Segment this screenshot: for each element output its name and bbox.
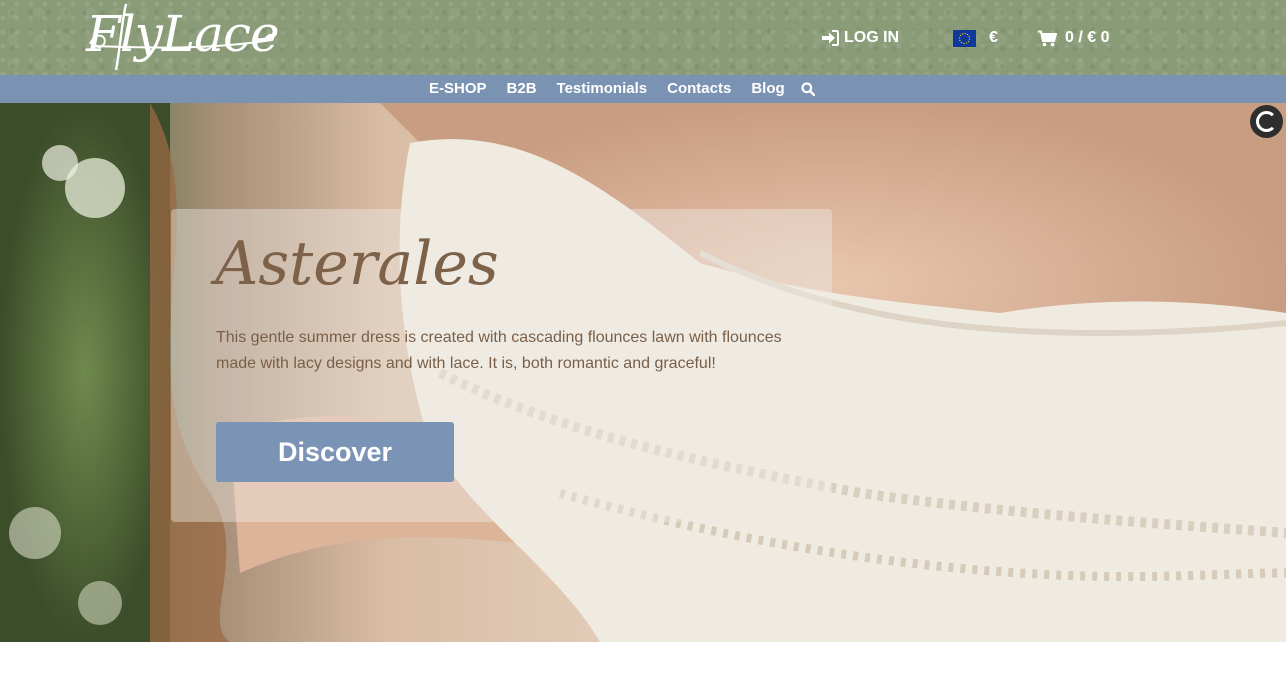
nav-item-blog[interactable]: Blog <box>751 75 784 103</box>
currency-symbol: € <box>989 29 998 46</box>
nav-item-testimonials[interactable]: Testimonials <box>557 75 648 103</box>
main-navigation: E-SHOP B2B Testimonials Contacts Blog <box>0 75 1286 103</box>
nav-item-contacts[interactable]: Contacts <box>667 75 731 103</box>
search-icon <box>801 82 815 96</box>
eu-flag-icon <box>953 29 976 47</box>
search-button[interactable] <box>801 82 815 96</box>
login-label: LOG IN <box>844 29 900 46</box>
top-header: FlyLace LOG IN € 0 / € 0 <box>0 0 1286 75</box>
logo-text: FlyLace <box>86 5 280 63</box>
login-link[interactable]: LOG IN <box>821 28 899 48</box>
nav-item-eshop[interactable]: E-SHOP <box>429 75 487 103</box>
cart-link[interactable]: 0 / € 0 <box>1038 28 1109 48</box>
hero-description: This gentle summer dress is created with… <box>216 329 782 372</box>
page-content-start <box>0 642 1286 678</box>
cart-summary: 0 / € 0 <box>1065 29 1110 46</box>
site-logo[interactable]: FlyLace <box>86 0 280 76</box>
hero-title: Asterales <box>215 229 499 299</box>
discover-button[interactable]: Discover <box>216 422 454 482</box>
sign-in-icon <box>822 30 839 46</box>
nav-item-b2b[interactable]: B2B <box>507 75 537 103</box>
spinner-icon <box>1250 105 1283 138</box>
currency-selector[interactable]: € <box>953 27 998 49</box>
shopping-cart-icon <box>1038 30 1057 46</box>
